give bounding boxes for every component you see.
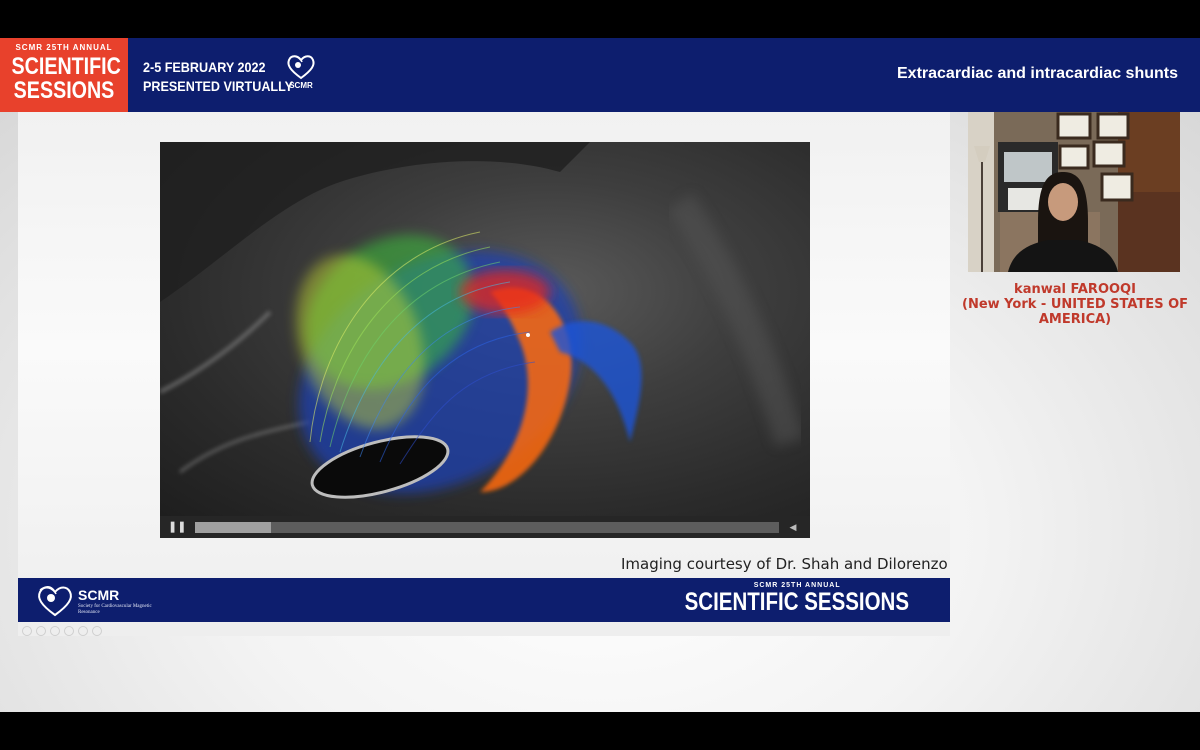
dates-line-1: 2-5 FEBRUARY 2022 xyxy=(143,59,266,75)
footer-logo-name: SCMR xyxy=(78,587,120,603)
session-title: Extracardiac and intracardiac shunts xyxy=(897,65,1178,82)
speaker-location-line-2: AMERICA) xyxy=(1038,312,1112,327)
pause-icon: ❚❚ xyxy=(168,521,187,533)
4d-flow-streamlines-image xyxy=(160,142,805,499)
speaker-location-line-1: (New York - UNITED STATES OF xyxy=(962,297,1189,312)
conference-header: SCMR 25TH ANNUAL SCIENTIFIC SESSIONS 2-5… xyxy=(0,38,1200,112)
player-controls: ❚❚ ◀ xyxy=(160,516,810,538)
speaker-webcam-image xyxy=(968,112,1180,272)
conference-brand-block: SCMR 25TH ANNUAL SCIENTIFIC SESSIONS xyxy=(0,38,128,112)
slide-nav-dot[interactable] xyxy=(36,626,46,636)
footer-scmr-logo: SCMR Society for Cardiovascular Magnetic… xyxy=(36,584,156,618)
slide-nav-dot[interactable] xyxy=(78,626,88,636)
letterbox-top xyxy=(0,0,1200,38)
slide-nav-dot[interactable] xyxy=(50,626,60,636)
heart-logo-icon xyxy=(287,55,315,80)
slide-nav-dot[interactable] xyxy=(64,626,74,636)
volume-icon: ◀ xyxy=(789,522,797,532)
video-player[interactable]: ❚❚ ◀ xyxy=(160,142,810,538)
conference-dates: 2-5 FEBRUARY 2022 PRESENTED VIRTUALLY xyxy=(143,58,293,96)
image-credit-caption: Imaging courtesy of Dr. Shah and Diloren… xyxy=(621,555,948,573)
footer-title-main: SCIENTIFIC SESSIONS xyxy=(684,588,910,616)
pause-button[interactable]: ❚❚ xyxy=(168,519,186,535)
presentation-stage: ❚❚ ◀ Imaging courtesy of Dr. Shah and Di… xyxy=(0,112,1200,712)
progress-bar[interactable] xyxy=(195,522,779,533)
progress-fill xyxy=(195,522,271,533)
speaker-name: kanwal FAROOQI xyxy=(1014,282,1136,297)
speaker-name-label: kanwal FAROOQI (New York - UNITED STATES… xyxy=(962,282,1188,327)
slide-navigation-dots xyxy=(22,623,106,636)
mri-flow-video[interactable] xyxy=(160,142,810,516)
speaker-webcam-video xyxy=(968,112,1180,272)
dates-line-2: PRESENTED VIRTUALLY xyxy=(143,78,294,94)
slide-nav-dot[interactable] xyxy=(92,626,102,636)
slide-footer-banner: SCMR Society for Cardiovascular Magnetic… xyxy=(18,578,950,622)
footer-logo-subtitle: Society for Cardiovascular Magnetic Reso… xyxy=(78,604,152,615)
heart-logo-icon xyxy=(38,586,72,617)
brand-line-2: SESSIONS xyxy=(13,77,115,104)
volume-button[interactable]: ◀ xyxy=(785,519,801,535)
presentation-slide: ❚❚ ◀ Imaging courtesy of Dr. Shah and Di… xyxy=(18,112,950,636)
letterbox-bottom xyxy=(0,712,1200,750)
brand-top-line: SCMR 25TH ANNUAL xyxy=(15,43,113,52)
scmr-logo: SCMR xyxy=(283,54,319,96)
scmr-logo-label: SCMR xyxy=(289,81,313,90)
footer-conference-title: SCMR 25TH ANNUAL SCIENTIFIC SESSIONS xyxy=(660,582,934,616)
brand-line-1: SCIENTIFIC xyxy=(11,53,121,80)
slide-nav-dot[interactable] xyxy=(22,626,32,636)
